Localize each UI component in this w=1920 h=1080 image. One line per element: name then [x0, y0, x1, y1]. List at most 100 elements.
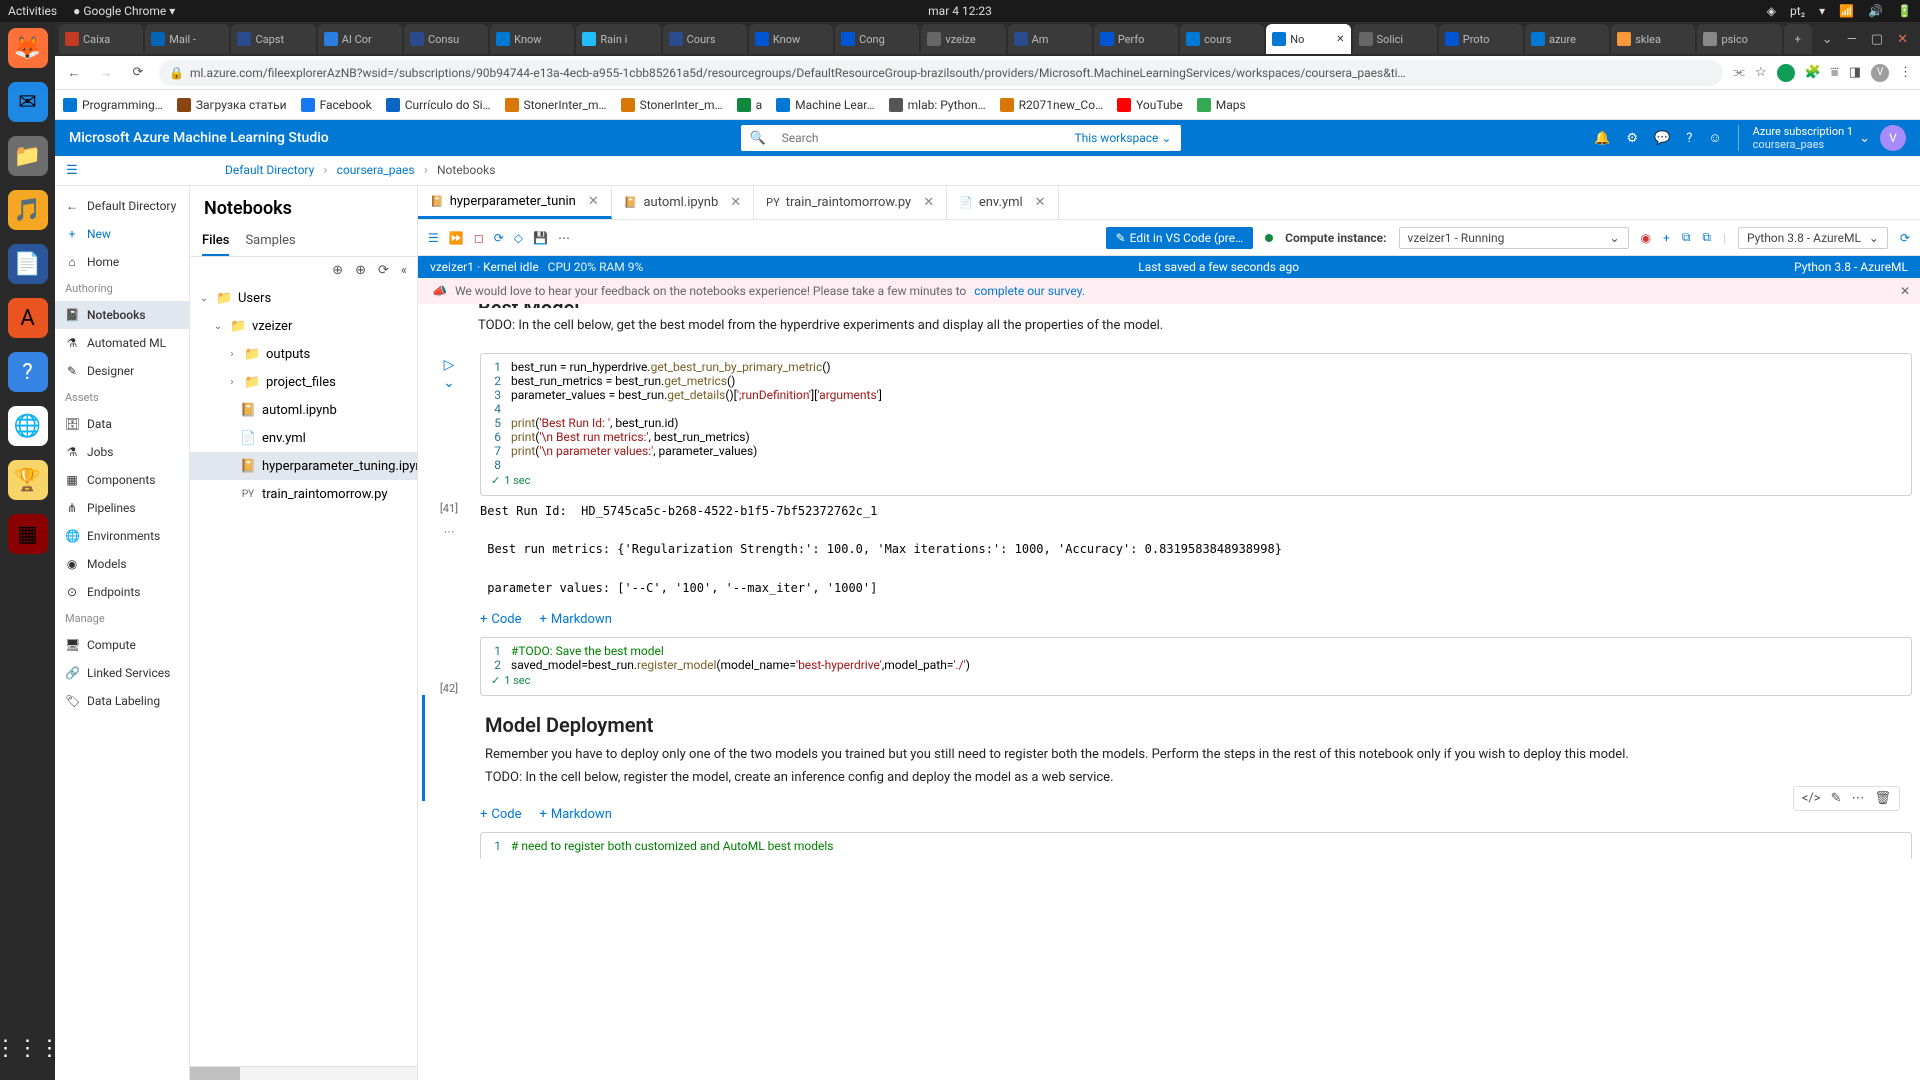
nav-designer[interactable]: ✎Designer	[55, 357, 189, 385]
window-minimize-icon[interactable]: —	[1847, 32, 1857, 47]
browser-tab[interactable]: Proto	[1439, 24, 1523, 54]
bookmark-item[interactable]: a	[737, 98, 763, 112]
settings-icon[interactable]: ⚙	[1626, 131, 1638, 146]
nav-new[interactable]: +New	[55, 220, 189, 248]
nav-compute[interactable]: 🖥Compute	[55, 631, 189, 659]
tab-close-icon[interactable]: ✕	[923, 195, 934, 210]
dock-files[interactable]: 📁	[8, 136, 48, 176]
network-icon[interactable]: ▾	[1819, 4, 1825, 18]
editor-tab[interactable]: 📄env.yml✕	[947, 186, 1058, 219]
forward-button[interactable]: →	[95, 62, 117, 84]
dock-rhythmbox[interactable]: 🎵	[8, 190, 48, 230]
breadcrumb-item[interactable]: Default Directory	[219, 163, 320, 177]
restart-icon[interactable]: ⟳	[494, 231, 504, 245]
feedback-icon[interactable]: 💬	[1654, 131, 1670, 146]
window-maximize-icon[interactable]: ▢	[1871, 32, 1883, 47]
cell-more-icon[interactable]: ⋯	[1851, 791, 1864, 806]
back-button[interactable]: ←	[63, 62, 85, 84]
notebook-body[interactable]: Best Model TODO: In the cell below, get …	[418, 304, 1920, 1080]
smiley-icon[interactable]: ☺	[1708, 130, 1721, 146]
browser-tab[interactable]: Know	[490, 24, 574, 54]
tab-samples[interactable]: Samples	[245, 227, 295, 256]
popout-icon[interactable]: ⧉	[1702, 230, 1711, 245]
tree-folder-users[interactable]: ⌄📁Users	[190, 284, 417, 312]
lang-indicator[interactable]: pt₂	[1790, 4, 1805, 18]
cell-code-icon[interactable]: </>	[1802, 791, 1821, 806]
nav-directory[interactable]: ←Default Directory	[55, 192, 189, 220]
nav-linked[interactable]: 🔗Linked Services	[55, 659, 189, 687]
bookmark-item[interactable]: YouTube	[1117, 98, 1183, 112]
user-avatar[interactable]: V	[1880, 125, 1906, 151]
save-icon[interactable]: 💾	[533, 231, 548, 245]
tree-file-automl[interactable]: 📔automl.ipynb	[190, 396, 417, 424]
edit-vscode-button[interactable]: ✎ Edit in VS Code (pre…	[1106, 227, 1254, 249]
run-all-icon[interactable]: ⏩	[449, 231, 464, 245]
cell-delete-icon[interactable]: 🗑	[1874, 791, 1891, 806]
editor-tab[interactable]: 📔automl.ipynb✕	[612, 186, 754, 219]
nav-automl[interactable]: ⚗Automated ML	[55, 329, 189, 357]
browser-tab[interactable]: vzeize	[921, 24, 1005, 54]
editor-tab[interactable]: PYtrain_raintomorrow.py✕	[754, 186, 947, 219]
dock-software[interactable]: A	[8, 298, 48, 338]
code-cell-next[interactable]: 1# need to register both customized and …	[418, 832, 1912, 859]
nav-pipelines[interactable]: ⋔Pipelines	[55, 494, 189, 522]
browser-tab[interactable]: Caixa	[59, 24, 143, 54]
browser-tab[interactable]: cours	[1180, 24, 1264, 54]
nav-components[interactable]: ▦Components	[55, 466, 189, 494]
add-code-button[interactable]: + Code	[480, 612, 522, 627]
tab-close-icon[interactable]: ✕	[588, 194, 599, 209]
clock[interactable]: mar 4 12:23	[928, 4, 992, 18]
bookmark-item[interactable]: Machine Lear…	[776, 98, 875, 112]
workspace-scope-dropdown[interactable]: This workspace ⌄	[1064, 131, 1181, 145]
clear-icon[interactable]: ◇	[514, 231, 523, 245]
add-file-icon[interactable]: ⊕	[332, 263, 343, 278]
help-icon[interactable]: ?	[1686, 131, 1692, 146]
extension-icon-1[interactable]	[1777, 64, 1795, 82]
bookmark-item[interactable]: Загрузка статьи	[177, 98, 287, 112]
nav-environments[interactable]: 🌐Environments	[55, 522, 189, 550]
dock-chrome[interactable]: 🌐	[8, 406, 48, 446]
window-close-icon[interactable]: ✕	[1897, 32, 1908, 47]
menu-toggle-icon[interactable]: ☰	[55, 163, 89, 178]
wifi-icon[interactable]: 📶	[1839, 4, 1854, 18]
dock-thunderbird[interactable]: ✉	[8, 82, 48, 122]
cell-edit-icon[interactable]: ✎	[1831, 791, 1842, 806]
refresh-icon[interactable]: ⟳	[378, 263, 389, 278]
browser-tab[interactable]: Consu	[404, 24, 488, 54]
subscription-info[interactable]: Azure subscription 1 coursera_paes	[1738, 125, 1853, 151]
tab-close-icon[interactable]: ✕	[1035, 195, 1046, 210]
nav-notebooks[interactable]: 📓Notebooks	[55, 301, 189, 329]
bookmark-item[interactable]: Facebook	[301, 98, 372, 112]
kernel-dropdown[interactable]: Python 3.8 - AzureML ⌄	[1738, 227, 1888, 249]
code-cell-41[interactable]: ▷ ⌄ 1best_run = run_hyperdrive.get_best_…	[418, 353, 1912, 496]
markdown-cell[interactable]: Best Model TODO: In the cell below, get …	[418, 304, 1920, 349]
markdown-cell-deploy[interactable]: Model Deployment Remember you have to de…	[422, 695, 1920, 801]
editor-tab[interactable]: 📔hyperparameter_tunin✕	[418, 186, 612, 219]
add-markdown-button[interactable]: + Markdown	[540, 612, 612, 627]
breadcrumb-item[interactable]: coursera_paes	[331, 163, 421, 177]
tab-close-icon[interactable]: ✕	[730, 195, 741, 210]
tree-file-envyml[interactable]: 📄env.yml	[190, 424, 417, 452]
dock-help[interactable]: ?	[8, 352, 48, 392]
menu-icon[interactable]: ☰	[428, 231, 439, 245]
tab-files[interactable]: Files	[202, 227, 229, 256]
bookmark-item[interactable]: mlab: Python…	[889, 98, 986, 112]
feedback-close-icon[interactable]: ✕	[1900, 284, 1910, 298]
tree-folder-project[interactable]: ›📁project_files	[190, 368, 417, 396]
browser-tab[interactable]: sklea	[1611, 24, 1695, 54]
tree-file-hyperparam[interactable]: 📔hyperparameter_tuning.ipynb	[190, 452, 417, 480]
cell-more-icon[interactable]: ⋯	[418, 525, 480, 538]
reload-button[interactable]: ⟳	[127, 62, 149, 84]
browser-tab[interactable]: Cours	[663, 24, 747, 54]
browser-tab[interactable]: Know	[749, 24, 833, 54]
dock-apps-grid[interactable]: ⋮⋮⋮	[8, 1028, 48, 1068]
reading-list-icon[interactable]: ⩸	[1831, 65, 1839, 80]
add-code-button[interactable]: + Code	[480, 807, 522, 822]
feedback-link[interactable]: complete our survey.	[974, 284, 1085, 298]
profile-avatar[interactable]: V	[1871, 64, 1889, 82]
tablist-dropdown-icon[interactable]: ⌄	[1822, 32, 1833, 47]
bookmark-star-icon[interactable]: ☆	[1755, 65, 1767, 80]
dock-trophy[interactable]: 🏆	[8, 460, 48, 500]
nav-models[interactable]: ◉Models	[55, 550, 189, 578]
share-icon[interactable]: ⫘	[1733, 65, 1745, 80]
